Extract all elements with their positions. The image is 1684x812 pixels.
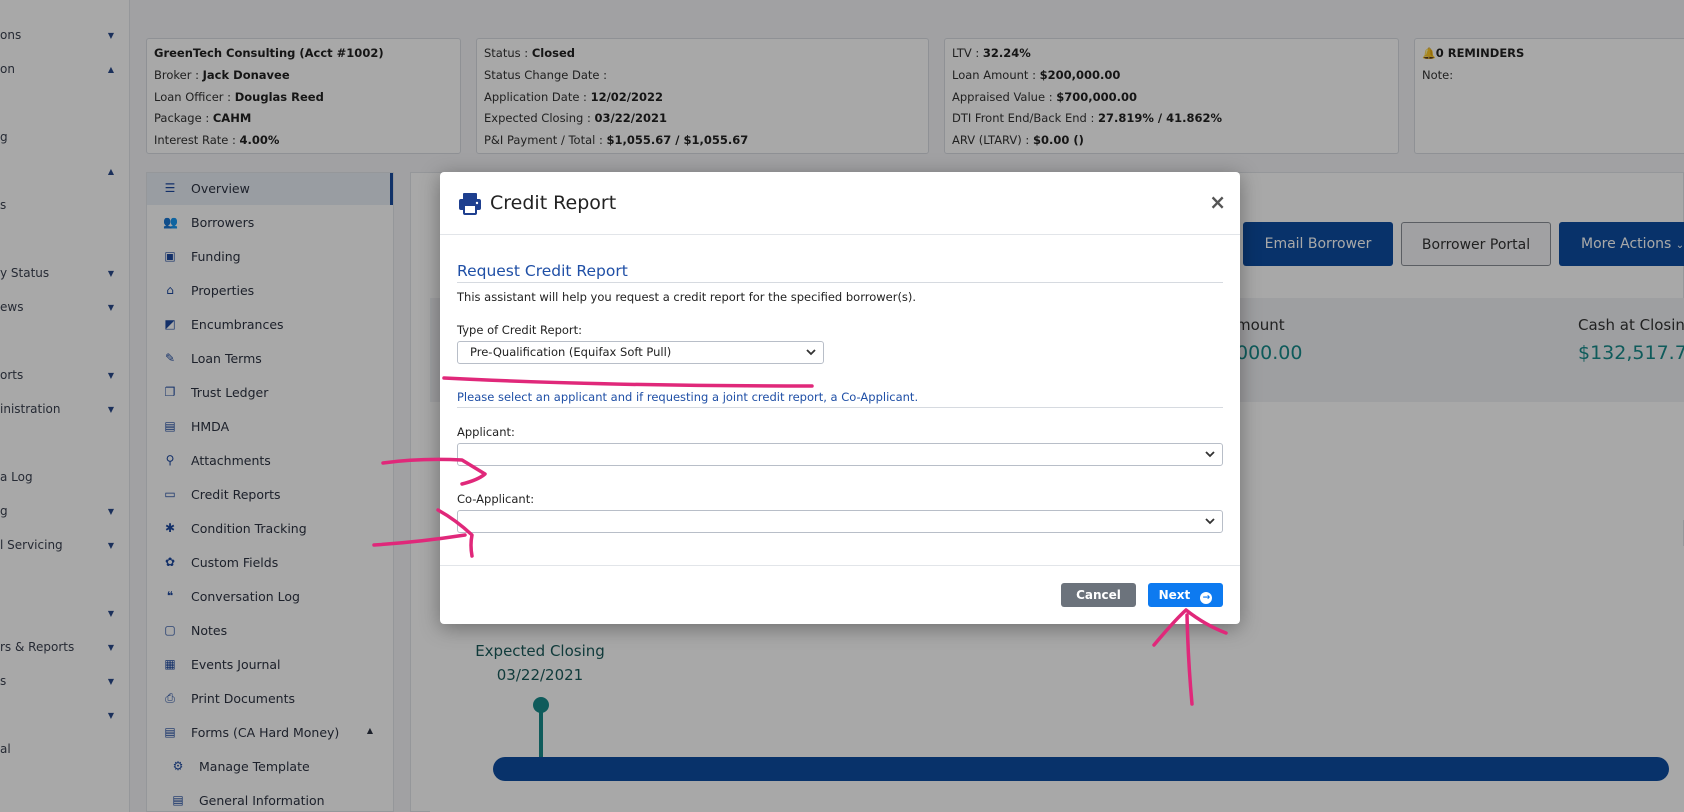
close-icon[interactable]: ×	[1209, 190, 1226, 214]
section-divider	[457, 282, 1223, 283]
next-button[interactable]: Next →	[1148, 583, 1223, 607]
arrow-right-circle-icon: →	[1200, 592, 1213, 604]
credit-type-label: Type of Credit Report:	[457, 323, 583, 337]
applicant-select[interactable]	[457, 443, 1223, 466]
modal-title: Credit Report	[490, 192, 617, 214]
modal-footer-divider	[440, 565, 1240, 566]
section-title: Request Credit Report	[457, 262, 628, 280]
applicant-instruction: Please select an applicant and if reques…	[457, 390, 919, 404]
credit-type-select[interactable]: Pre-Qualification (Equifax Soft Pull)	[457, 341, 824, 364]
chevron-down-icon	[806, 349, 816, 356]
cancel-button[interactable]: Cancel	[1061, 583, 1136, 607]
chevron-down-icon	[1205, 451, 1215, 458]
modal-header: Credit Report ×	[440, 172, 1240, 235]
next-label: Next	[1158, 588, 1191, 602]
modal-description: This assistant will help you request a c…	[457, 290, 917, 304]
credit-type-value: Pre-Qualification (Equifax Soft Pull)	[470, 345, 672, 359]
coapplicant-select[interactable]	[457, 510, 1223, 533]
coapplicant-label: Co-Applicant:	[457, 492, 535, 506]
chevron-down-icon	[1205, 518, 1215, 525]
applicant-divider	[457, 407, 1223, 408]
applicant-label: Applicant:	[457, 425, 515, 439]
credit-report-modal: Credit Report × Request Credit Report Th…	[440, 172, 1240, 624]
printer-icon	[459, 193, 481, 215]
